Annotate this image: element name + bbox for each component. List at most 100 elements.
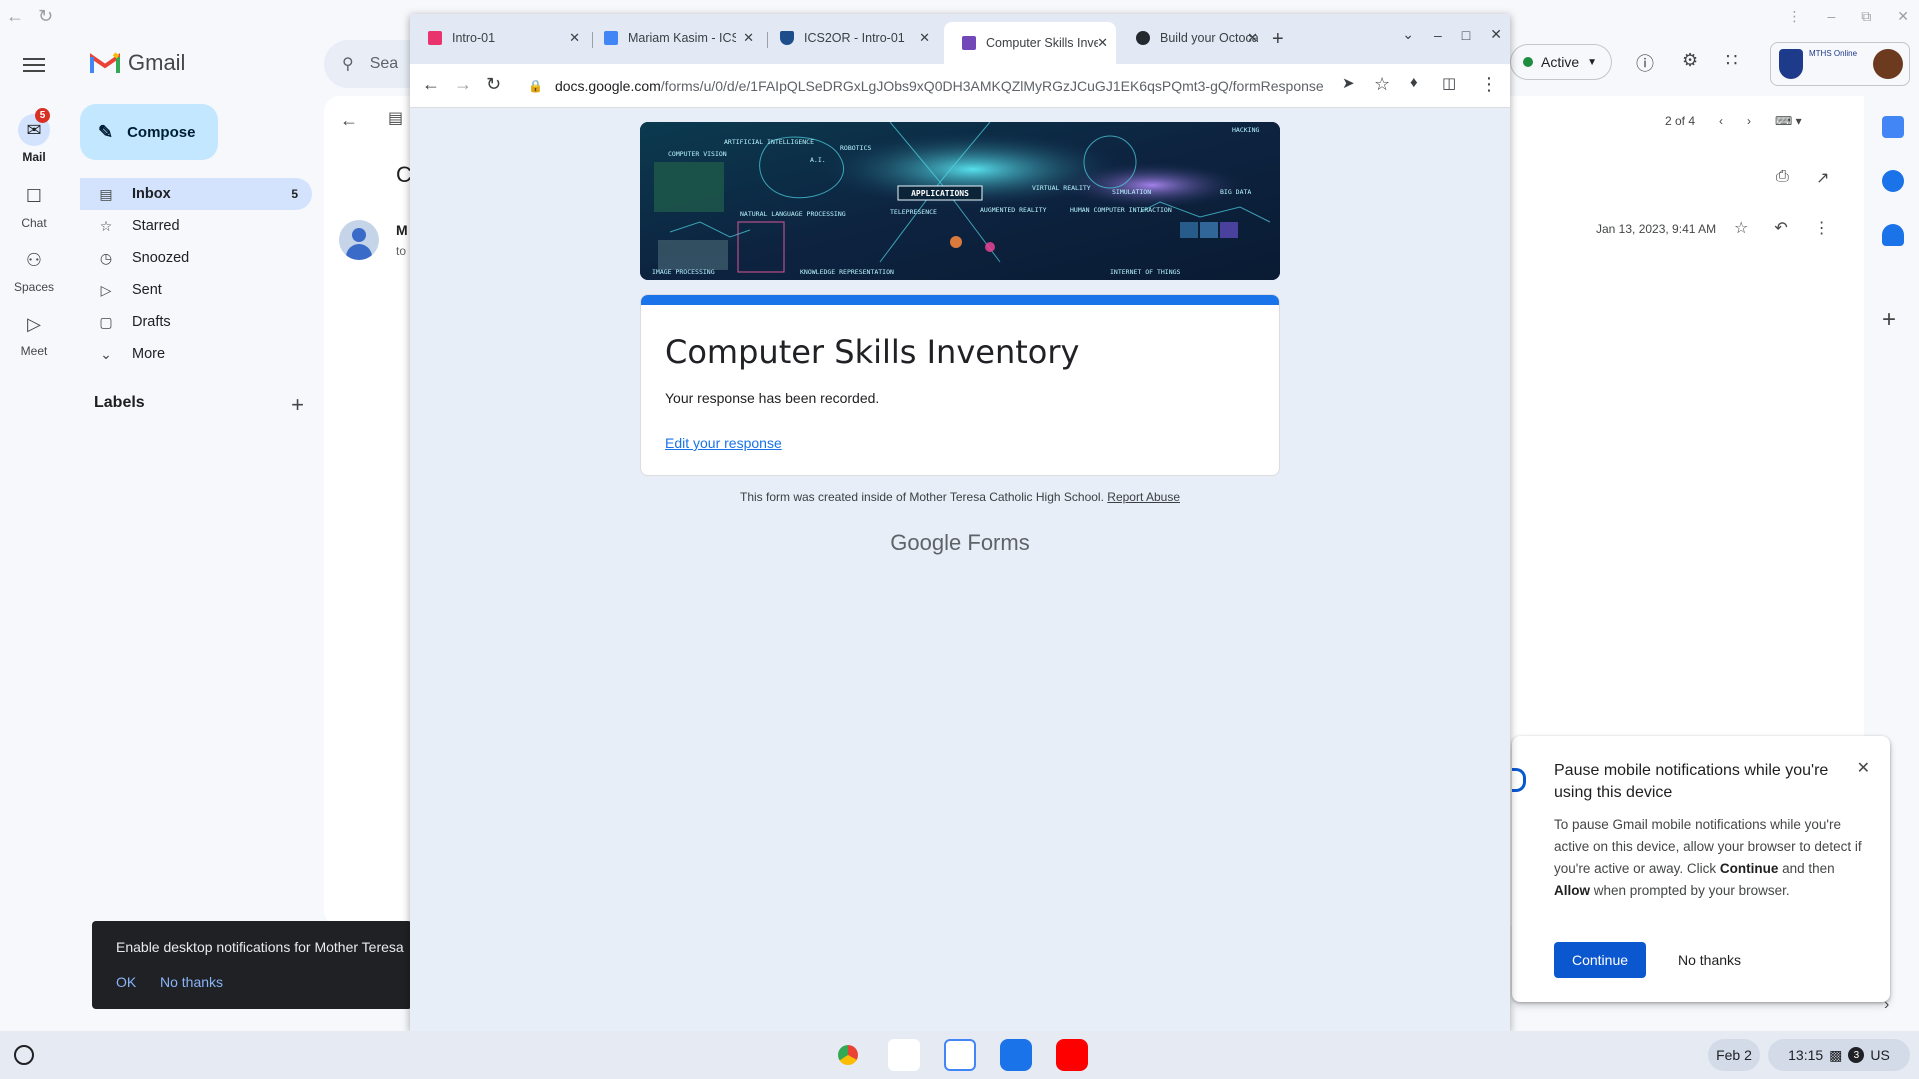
new-tab-icon[interactable]: + [1272,28,1284,51]
files-icon[interactable] [1000,1039,1032,1071]
outer-back-icon[interactable]: ← [6,6,24,27]
continue-button[interactable]: Continue [1554,942,1646,978]
chrome-menu-icon[interactable]: ⋮ [1480,74,1498,95]
toast-no-thanks-button[interactable]: No thanks [160,974,223,990]
compose-label: Compose [127,123,196,141]
edit-response-link[interactable]: Edit your response [665,435,782,451]
card-body-continue: Continue [1719,861,1779,876]
screen-capture-icon: ▩ [1829,1046,1843,1063]
calendar-icon[interactable] [1882,116,1904,138]
status-tray[interactable]: 13:15 ▩ 3 US [1768,1039,1910,1071]
youtube-icon[interactable] [1056,1039,1088,1071]
card-body: To pause Gmail mobile notifications whil… [1554,814,1864,902]
launcher-icon[interactable] [14,1045,34,1065]
tab-close-icon[interactable]: ✕ [569,30,580,46]
nav-item-more[interactable]: ⌄ More [80,338,312,370]
help-icon[interactable]: ⓘ [1636,50,1654,76]
tab-docs[interactable]: Mariam Kasim - ICS ✕ [586,22,762,54]
add-label-icon[interactable]: + [291,392,304,418]
report-abuse-link[interactable]: Report Abuse [1107,490,1180,504]
print-icon[interactable]: ⎙ [1776,168,1789,186]
no-thanks-button[interactable]: No thanks [1678,942,1741,978]
rail-item-mail[interactable]: ✉ 5 Mail [0,108,68,164]
newer-icon[interactable]: ‹ [1719,114,1723,128]
input-tools-icon[interactable]: ⌨ ▾ [1775,114,1802,128]
outer-close-icon[interactable]: ✕ [1897,8,1909,25]
nav-item-drafts[interactable]: ▢ Drafts [80,306,312,338]
reload-icon[interactable]: ↻ [486,74,501,95]
account-chip[interactable]: MTHS Online [1770,42,1910,86]
calendar-shelf-icon[interactable] [944,1039,976,1071]
holding-space-icon[interactable] [1632,1039,1680,1071]
outer-minimize-icon[interactable]: – [1827,8,1835,25]
maximize-icon[interactable]: □ [1462,27,1470,43]
gmail-logo[interactable]: Gmail [90,50,185,76]
banner-label: BIG DATA [1220,188,1251,196]
rail-item-chat[interactable]: ☐ Chat [0,180,68,231]
nav-item-starred[interactable]: ☆ Starred [80,210,312,242]
star-message-icon[interactable]: ☆ [1734,218,1748,238]
card-body-part: when prompted by your browser. [1590,883,1790,898]
search-input[interactable]: Sea [370,55,398,73]
banner-label: KNOWLEDGE REPRESENTATION [800,268,894,276]
tab-intro[interactable]: Intro-01 ✕ [410,22,588,54]
tab-classroom[interactable]: ICS2OR - Intro-01 ✕ [762,22,938,54]
tab-search-icon[interactable]: ⌄ [1402,26,1414,43]
outer-menu-icon[interactable]: ⋮ [1787,8,1801,25]
notification-count: 3 [1848,1047,1865,1063]
nav-item-inbox[interactable]: ▤ Inbox 5 [80,178,312,210]
tab-close-icon[interactable]: ✕ [919,30,930,46]
tab-octocat[interactable]: Build your Octocat | ✕ [1118,22,1266,54]
tab-close-icon[interactable]: ✕ [743,30,754,46]
close-icon[interactable]: ✕ [1857,758,1870,778]
close-window-icon[interactable]: ✕ [1490,26,1502,43]
tab-close-icon[interactable]: ✕ [1097,35,1108,51]
desktop-notifications-toast: Enable desktop notifications for Mother … [92,921,412,1009]
status-pill[interactable]: Active ▼ [1510,44,1612,80]
share-icon[interactable]: ➤ [1342,74,1355,92]
main-menu-icon[interactable] [20,54,48,82]
archive-icon[interactable]: ▤ [388,108,403,128]
date-tray[interactable]: Feb 2 [1708,1039,1760,1071]
nav-item-sent[interactable]: ▷ Sent [80,274,312,306]
tab-title: Intro-01 [452,31,496,45]
open-new-window-icon[interactable]: ↗ [1816,168,1829,188]
more-vert-icon[interactable]: ⋮ [1814,218,1830,238]
gmail-shelf-icon[interactable] [888,1039,920,1071]
lock-icon[interactable]: 🔒 [528,79,543,93]
status-label: Active [1541,54,1580,70]
minimize-icon[interactable]: – [1434,27,1442,43]
apps-grid-icon[interactable]: ∷ [1726,50,1737,71]
toast-ok-button[interactable]: OK [116,974,136,990]
tasks-icon[interactable] [1882,170,1904,192]
contacts-icon[interactable] [1882,224,1904,246]
nav-item-snoozed[interactable]: ◷ Snoozed [80,242,312,274]
form-title: Computer Skills Inventory [665,333,1080,371]
banner-label: AUGMENTED REALITY [980,206,1047,214]
tab-forms-active[interactable]: Computer Skills Inve ✕ [944,22,1116,64]
chrome-icon[interactable] [832,1039,864,1071]
chevron-right-icon[interactable]: › [1884,996,1889,1014]
card-body-part: and then [1778,861,1835,876]
add-addon-icon[interactable]: + [1882,306,1896,334]
labels-heading: Labels + [94,392,304,417]
extensions-icon[interactable]: ♦ [1410,74,1418,91]
bookmark-star-icon[interactable]: ☆ [1374,74,1390,95]
gear-icon[interactable]: ⚙ [1682,50,1698,71]
side-panel-icon[interactable]: ◫ [1442,74,1456,92]
gmail-wordmark: Gmail [128,50,186,75]
compose-button[interactable]: ✎ Compose [80,104,218,160]
outer-restore-icon[interactable]: ⧉ [1861,8,1871,25]
back-to-inbox-icon[interactable]: ← [340,110,358,131]
google-forms-logo[interactable]: Google Forms [410,530,1510,556]
address-bar[interactable]: 🔒 docs.google.com /forms/u/0/d/e/1FAIpQL… [516,70,1336,102]
tab-title: Mariam Kasim - ICS [628,31,736,45]
forward-icon[interactable]: → [454,74,472,95]
rail-item-spaces[interactable]: ⚇ Spaces [0,244,68,295]
back-icon[interactable]: ← [422,74,440,95]
tab-close-icon[interactable]: ✕ [1247,30,1258,46]
outer-reload-icon[interactable]: ↻ [38,6,53,27]
rail-item-meet[interactable]: ▷ Meet [0,308,68,359]
reply-icon[interactable]: ↶ [1774,218,1787,238]
older-icon[interactable]: › [1747,114,1751,128]
